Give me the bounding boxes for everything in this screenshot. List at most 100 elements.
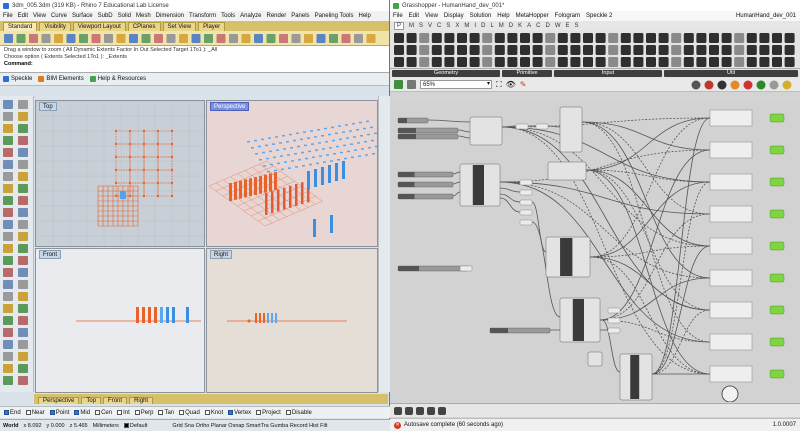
save-icon[interactable] bbox=[394, 80, 403, 89]
status-toggles[interactable]: Grid Sna Ortho Planar Osnap SmartTra Gum… bbox=[172, 423, 327, 429]
speckle-tab[interactable]: Speckle bbox=[3, 76, 32, 82]
left-tool-icon[interactable] bbox=[18, 208, 28, 217]
osnap-disable[interactable]: Disable bbox=[285, 410, 312, 416]
viewport-perspective-label[interactable]: Perspective bbox=[210, 102, 250, 111]
gh-component-icon[interactable] bbox=[444, 45, 455, 55]
gh-component[interactable] bbox=[469, 116, 503, 146]
gh-param[interactable] bbox=[519, 189, 533, 196]
osnap-vertex[interactable]: Vertex bbox=[228, 410, 251, 416]
gh-component-icon[interactable] bbox=[759, 33, 770, 43]
zoom-level-dropdown[interactable]: 65% bbox=[420, 80, 492, 89]
gh-component-icon[interactable] bbox=[394, 57, 404, 67]
left-tool-icon[interactable] bbox=[18, 292, 28, 301]
gh-component-icon[interactable] bbox=[494, 57, 505, 67]
left-tool-icon[interactable] bbox=[18, 256, 28, 265]
toolbar-tool-icon[interactable] bbox=[229, 34, 238, 43]
gh-component-icon[interactable] bbox=[457, 57, 467, 67]
gh-component-icon[interactable] bbox=[683, 33, 694, 43]
gh-component-icon[interactable] bbox=[696, 33, 707, 43]
gh-tab-16[interactable]: D bbox=[546, 23, 550, 29]
rhino-tab-cplanes[interactable]: CPlanes bbox=[127, 22, 161, 31]
toolbar-tool-icon[interactable] bbox=[266, 34, 276, 43]
gh-tab-5[interactable]: S bbox=[446, 23, 450, 29]
gh-component-icon[interactable] bbox=[482, 57, 493, 67]
gh-menu-view[interactable]: View bbox=[425, 13, 438, 19]
viewport-front[interactable]: Front bbox=[35, 248, 205, 393]
gh-tab-11[interactable]: M bbox=[499, 23, 504, 29]
rhino-menu-paneling-tools[interactable]: Paneling Tools bbox=[315, 13, 354, 19]
left-tool-icon[interactable] bbox=[3, 244, 13, 253]
left-tool-icon[interactable] bbox=[3, 364, 13, 373]
display-mode-icon[interactable] bbox=[717, 80, 727, 90]
gh-component-icon[interactable] bbox=[457, 45, 467, 55]
gh-component-icon[interactable] bbox=[494, 45, 505, 55]
toolbar-tool-icon[interactable] bbox=[66, 34, 76, 43]
rhino-menu-curve[interactable]: Curve bbox=[51, 13, 67, 19]
left-tool-icon[interactable] bbox=[18, 316, 28, 325]
gh-component-icon[interactable] bbox=[646, 57, 656, 67]
left-tool-icon[interactable] bbox=[18, 196, 28, 205]
rhino-toolbar-icons[interactable] bbox=[0, 31, 390, 46]
toolbar-tool-icon[interactable] bbox=[241, 34, 251, 43]
left-tool-icon[interactable] bbox=[18, 172, 28, 181]
gh-tab-0[interactable]: P bbox=[394, 22, 405, 30]
gh-component-icon[interactable] bbox=[469, 45, 480, 55]
gh-output-toggle[interactable] bbox=[769, 369, 785, 379]
gh-panel[interactable] bbox=[709, 237, 753, 255]
gh-component-icon[interactable] bbox=[620, 57, 631, 67]
left-tool-icon[interactable] bbox=[3, 172, 13, 181]
display-mode-icon[interactable] bbox=[730, 80, 740, 90]
rhino-menu-transform[interactable]: Transform bbox=[189, 13, 216, 19]
gh-component-icon[interactable] bbox=[608, 33, 619, 43]
gh-panel[interactable] bbox=[709, 173, 753, 191]
gh-component-icon[interactable] bbox=[570, 33, 581, 43]
gh-component-icon[interactable] bbox=[532, 33, 543, 43]
gh-panel[interactable] bbox=[709, 205, 753, 223]
gh-component-icon[interactable] bbox=[721, 33, 732, 43]
gh-component[interactable] bbox=[547, 161, 587, 181]
gh-param[interactable] bbox=[515, 123, 529, 130]
gh-component-icon[interactable] bbox=[595, 45, 606, 55]
display-mode-icon[interactable] bbox=[704, 80, 714, 90]
viewport-tab-perspective[interactable]: Perspective bbox=[38, 397, 80, 404]
gh-param[interactable] bbox=[519, 179, 533, 186]
group-util[interactable]: Util bbox=[664, 70, 798, 77]
gh-component-icon[interactable] bbox=[633, 57, 644, 67]
osnap-perp[interactable]: Perp bbox=[134, 410, 153, 416]
toolbar-tool-icon[interactable] bbox=[191, 34, 201, 43]
osnap-project[interactable]: Project bbox=[256, 410, 281, 416]
gh-component-icon[interactable] bbox=[734, 45, 745, 55]
gh-component-icon[interactable] bbox=[406, 33, 417, 43]
left-tool-icon[interactable] bbox=[18, 112, 28, 121]
rhino-tab-standard[interactable]: Standard bbox=[3, 22, 38, 31]
command-area[interactable]: Drag a window to zoom ( All Dynamic Exte… bbox=[0, 46, 389, 73]
osnap-checkbox[interactable] bbox=[74, 410, 80, 415]
gh-panel[interactable] bbox=[709, 141, 753, 159]
gh-component-icon[interactable] bbox=[507, 45, 518, 55]
gh-component-icon[interactable] bbox=[494, 33, 505, 43]
open-icon[interactable] bbox=[407, 80, 416, 89]
gh-component-icon[interactable] bbox=[759, 45, 770, 55]
gh-component-icon[interactable] bbox=[444, 33, 455, 43]
gh-output-toggle[interactable] bbox=[769, 305, 785, 315]
gh-component-icon[interactable] bbox=[406, 45, 417, 55]
group-primitive[interactable]: Primitive bbox=[502, 70, 552, 77]
rhino-menu-help[interactable]: Help bbox=[358, 13, 370, 19]
gh-component-icon[interactable] bbox=[482, 45, 493, 55]
gh-component-icon[interactable] bbox=[419, 33, 430, 43]
gh-component-icon[interactable] bbox=[658, 45, 669, 55]
right-side-panel-strip[interactable] bbox=[378, 96, 390, 392]
toolbar-tool-icon[interactable] bbox=[91, 34, 101, 43]
osnap-knot[interactable]: Knot bbox=[204, 410, 223, 416]
osnap-cen[interactable]: Cen bbox=[95, 410, 112, 416]
gh-tab-7[interactable]: M bbox=[464, 23, 469, 29]
gh-component-icon[interactable] bbox=[532, 57, 543, 67]
osnap-checkbox[interactable] bbox=[134, 410, 140, 415]
left-tool-icon[interactable] bbox=[18, 244, 28, 253]
gh-component[interactable] bbox=[587, 351, 603, 367]
gh-component-icon[interactable] bbox=[721, 45, 732, 55]
gh-component-icon[interactable] bbox=[772, 57, 782, 67]
gh-tab-9[interactable]: D bbox=[481, 23, 485, 29]
gh-menu-solution[interactable]: Solution bbox=[470, 13, 492, 19]
gh-component-icon[interactable] bbox=[746, 57, 757, 67]
